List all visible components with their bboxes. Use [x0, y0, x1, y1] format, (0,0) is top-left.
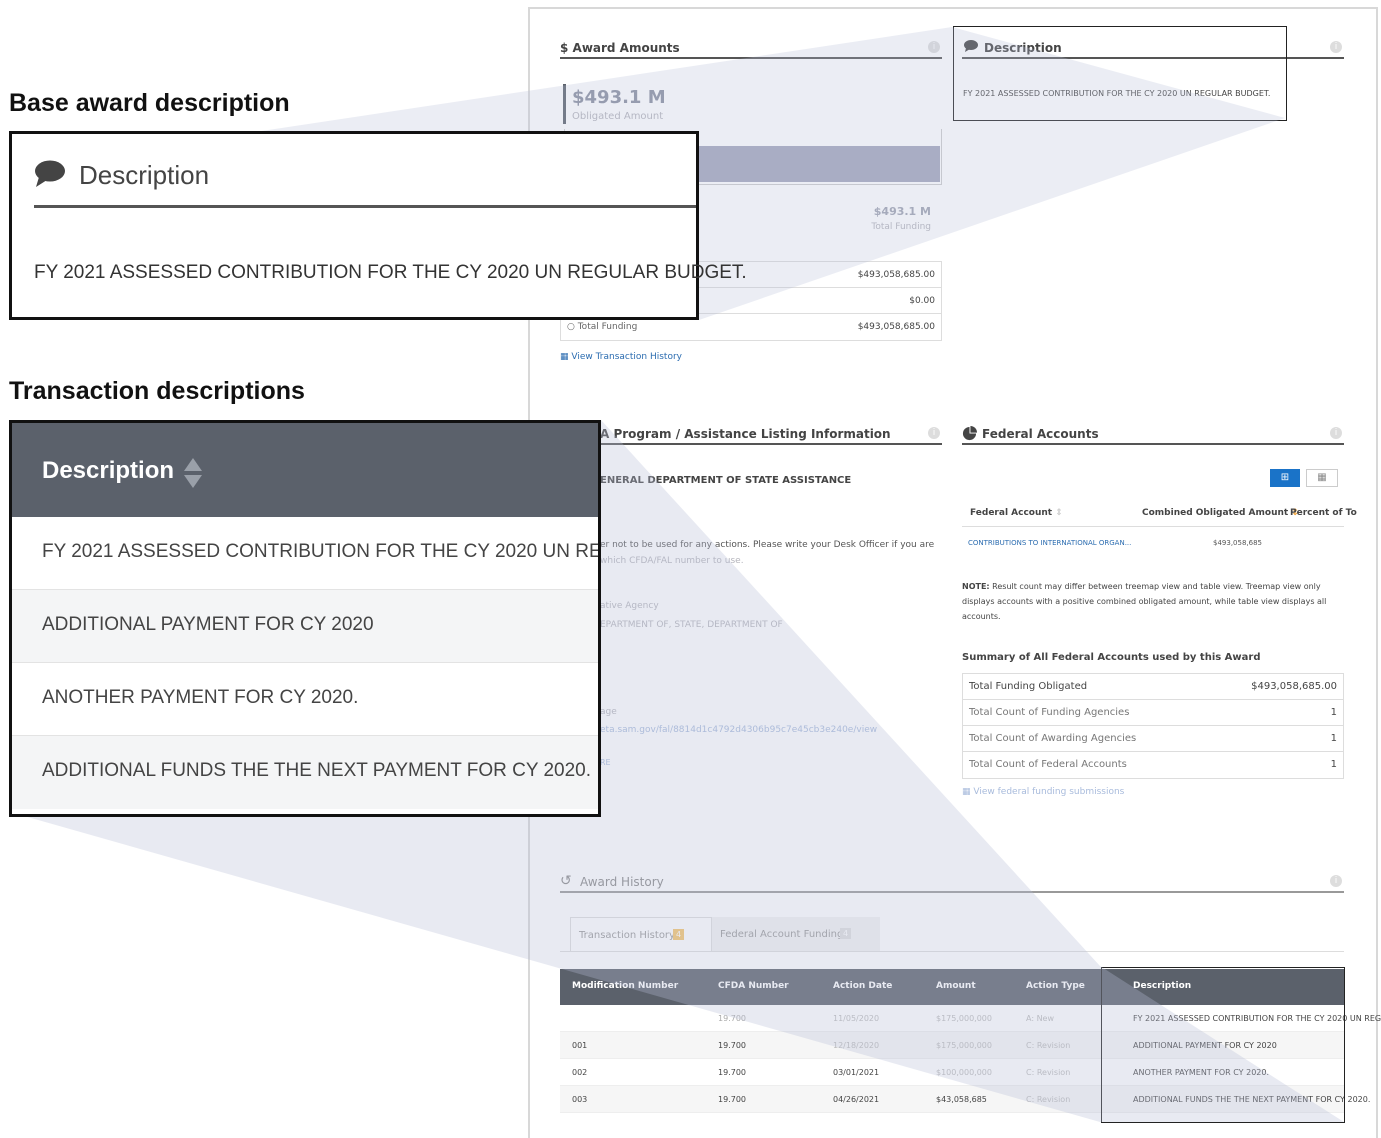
transaction-description-text: ANOTHER PAYMENT FOR CY 2020.: [42, 687, 359, 708]
cfda-note-2: which CFDA/FAL number to use.: [600, 556, 744, 566]
transaction-description-row[interactable]: FY 2021 ASSESSED CONTRIBUTION FOR THE CY…: [12, 517, 598, 590]
cfda-agency-label: ative Agency: [600, 601, 659, 611]
amounts-row-value: $0.00: [909, 296, 935, 306]
amounts-row-value: $493,058,685.00: [857, 322, 935, 332]
cfda-page-link[interactable]: eta.sam.gov/fal/8814d1c4792d4306b95c7e45…: [600, 725, 877, 735]
col-modification-number[interactable]: Modification Number: [572, 981, 678, 991]
callout-description-text: FY 2021 ASSESSED CONTRIBUTION FOR THE CY…: [34, 262, 747, 283]
col-amount[interactable]: Amount: [936, 981, 976, 991]
description-column-title: Description: [42, 457, 175, 484]
amounts-row-value: $493,058,685.00: [857, 270, 935, 280]
award-history-title: Award History: [580, 875, 664, 889]
transaction-description-row[interactable]: ANOTHER PAYMENT FOR CY 2020.: [12, 663, 598, 736]
info-icon[interactable]: i: [928, 427, 940, 439]
federal-accounts-table-header: Federal Account ⇕ Combined Obligated Amo…: [962, 499, 1357, 527]
summary-row: Total Funding Obligated $493,058,685.00: [963, 674, 1343, 700]
table-icon: ▦: [560, 352, 569, 362]
col-action-date[interactable]: Action Date: [833, 981, 892, 991]
federal-account-amount: $493,058,685: [1213, 539, 1262, 547]
col-combined-obligated[interactable]: Combined Obligated Amount ⇕: [1142, 508, 1299, 518]
award-amounts-header: $ Award Amounts i: [560, 37, 942, 59]
cfda-program: ENERAL DEPARTMENT OF STATE ASSISTANCE: [600, 475, 852, 486]
info-icon[interactable]: i: [1330, 427, 1342, 439]
description-column-header[interactable]: Description: [12, 423, 598, 517]
transaction-description-text: ADDITIONAL FUNDS THE THE NEXT PAYMENT FO…: [42, 760, 592, 781]
info-icon[interactable]: i: [928, 41, 940, 53]
transaction-descriptions-callout: Description FY 2021 ASSESSED CONTRIBUTIO…: [9, 420, 601, 817]
summary-row: Total Count of Federal Accounts 1: [969, 759, 1337, 770]
description-highlight-frame: [953, 26, 1287, 121]
transaction-descriptions-heading: Transaction descriptions: [9, 377, 305, 405]
total-funding-value: $493.1 M: [873, 205, 931, 218]
award-history-header: Award History i: [560, 871, 1344, 893]
treemap-view-toggle[interactable]: ▦: [1306, 469, 1338, 487]
obligated-label: Obligated Amount: [572, 111, 664, 122]
col-federal-account[interactable]: Federal Account ⇕: [970, 508, 1063, 518]
tab-underline: [560, 951, 1344, 952]
total-funding-label: Total Funding: [871, 222, 931, 232]
tab-federal-account-funding[interactable]: Federal Account Funding 4: [712, 917, 880, 951]
transaction-description-text: FY 2021 ASSESSED CONTRIBUTION FOR THE CY…: [42, 541, 601, 562]
federal-account-link[interactable]: CONTRIBUTIONS TO INTERNATIONAL ORGAN...: [968, 539, 1131, 547]
cfda-page-label: age: [600, 707, 617, 717]
transaction-description-row[interactable]: ADDITIONAL FUNDS THE THE NEXT PAYMENT FO…: [12, 736, 598, 809]
history-icon: ↺: [560, 873, 572, 889]
summary-title: Summary of All Federal Accounts used by …: [962, 652, 1261, 663]
info-icon[interactable]: i: [1330, 875, 1342, 887]
obligated-value: $493.1 M: [572, 87, 666, 108]
cfda-more-link[interactable]: RE: [600, 758, 611, 767]
col-percent[interactable]: Percent of To: [1290, 508, 1357, 518]
cfda-agency-value: EPARTMENT OF, STATE, DEPARTMENT OF: [600, 620, 783, 630]
base-award-description-callout: Description FY 2021 ASSESSED CONTRIBUTIO…: [9, 131, 747, 320]
callout-description-title: Description: [79, 160, 210, 190]
obligated-marker: [563, 84, 566, 124]
federal-accounts-note: NOTE: Result count may differ between tr…: [962, 582, 1327, 621]
summary-row: Total Count of Awarding Agencies 1: [963, 726, 1343, 752]
view-transaction-history-link[interactable]: ▦ View Transaction History: [560, 352, 682, 362]
summary-table: Total Funding Obligated $493,058,685.00 …: [962, 673, 1344, 779]
amounts-row-label: ○ Total Funding: [567, 322, 638, 332]
table-icon: ▦: [962, 787, 971, 797]
col-cfda-number[interactable]: CFDA Number: [718, 981, 789, 991]
sort-icon[interactable]: [182, 457, 204, 489]
info-icon[interactable]: i: [1330, 41, 1342, 53]
col-action-type[interactable]: Action Type: [1026, 981, 1085, 991]
callout-description-header: Description: [34, 156, 696, 208]
view-federal-funding-link[interactable]: ▦ View federal funding submissions: [962, 787, 1124, 797]
federal-accounts-header: Federal Accounts i: [962, 423, 1344, 445]
speech-bubble-icon: [35, 160, 65, 187]
base-award-heading: Base award description: [9, 89, 290, 117]
table-view-toggle[interactable]: ⊞: [1270, 469, 1300, 487]
transaction-description-text: ADDITIONAL PAYMENT FOR CY 2020: [42, 614, 374, 635]
summary-row: Total Count of Funding Agencies 1: [963, 700, 1343, 726]
tab-transaction-history[interactable]: Transaction History 4: [570, 917, 712, 951]
description-column-highlight-frame: [1101, 967, 1345, 1123]
federal-accounts-title: Federal Accounts: [982, 427, 1099, 441]
award-amounts-title: $ Award Amounts: [560, 41, 680, 55]
cfda-note-1: er not to be used for any actions. Pleas…: [600, 540, 935, 550]
cfda-title: A Program / Assistance Listing Informati…: [600, 427, 891, 441]
cfda-header: A Program / Assistance Listing Informati…: [560, 423, 942, 445]
transaction-description-row[interactable]: ADDITIONAL PAYMENT FOR CY 2020: [12, 590, 598, 663]
pie-chart-icon: [962, 426, 977, 441]
